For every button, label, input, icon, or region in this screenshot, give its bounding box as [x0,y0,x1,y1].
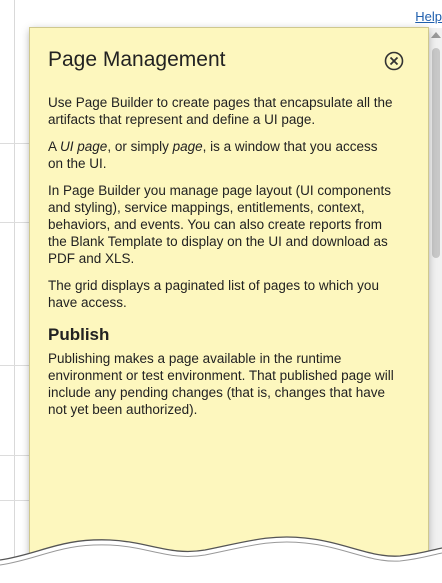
background-divider [0,143,34,144]
close-button[interactable] [384,51,404,71]
close-circle-icon[interactable] [384,51,404,71]
intro-paragraph: Use Page Builder to create pages that en… [48,95,393,127]
popup-body: Use Page Builder to create pages that en… [48,94,396,428]
emphasis-text: UI page [60,139,108,154]
scrollbar-thumb[interactable] [432,48,440,258]
background-page-edge [0,0,15,583]
background-divider [0,455,34,456]
help-link[interactable]: Help [415,9,442,24]
emphasis-text: page [172,139,203,154]
chevron-up-icon[interactable] [431,32,441,38]
popup-title: Page Management [48,48,226,71]
popup-scrollbar[interactable] [428,28,442,583]
text-fragment: A [48,139,61,154]
text-fragment: , or simply [107,139,173,154]
background-divider [0,500,34,501]
torn-edge-decoration [0,536,442,583]
features-paragraph: In Page Builder you manage page layout (… [48,183,391,266]
grid-paragraph: The grid displays a paginated list of pa… [48,278,379,310]
publish-paragraph: Publishing makes a page available in the… [48,351,394,417]
publish-heading: Publish [48,325,110,344]
background-divider [0,222,34,223]
background-divider [0,365,34,366]
definition-paragraph: A UI page, or simply page, is a window t… [48,138,396,172]
help-popup: Page Management Use Page Builder to crea… [30,28,428,583]
